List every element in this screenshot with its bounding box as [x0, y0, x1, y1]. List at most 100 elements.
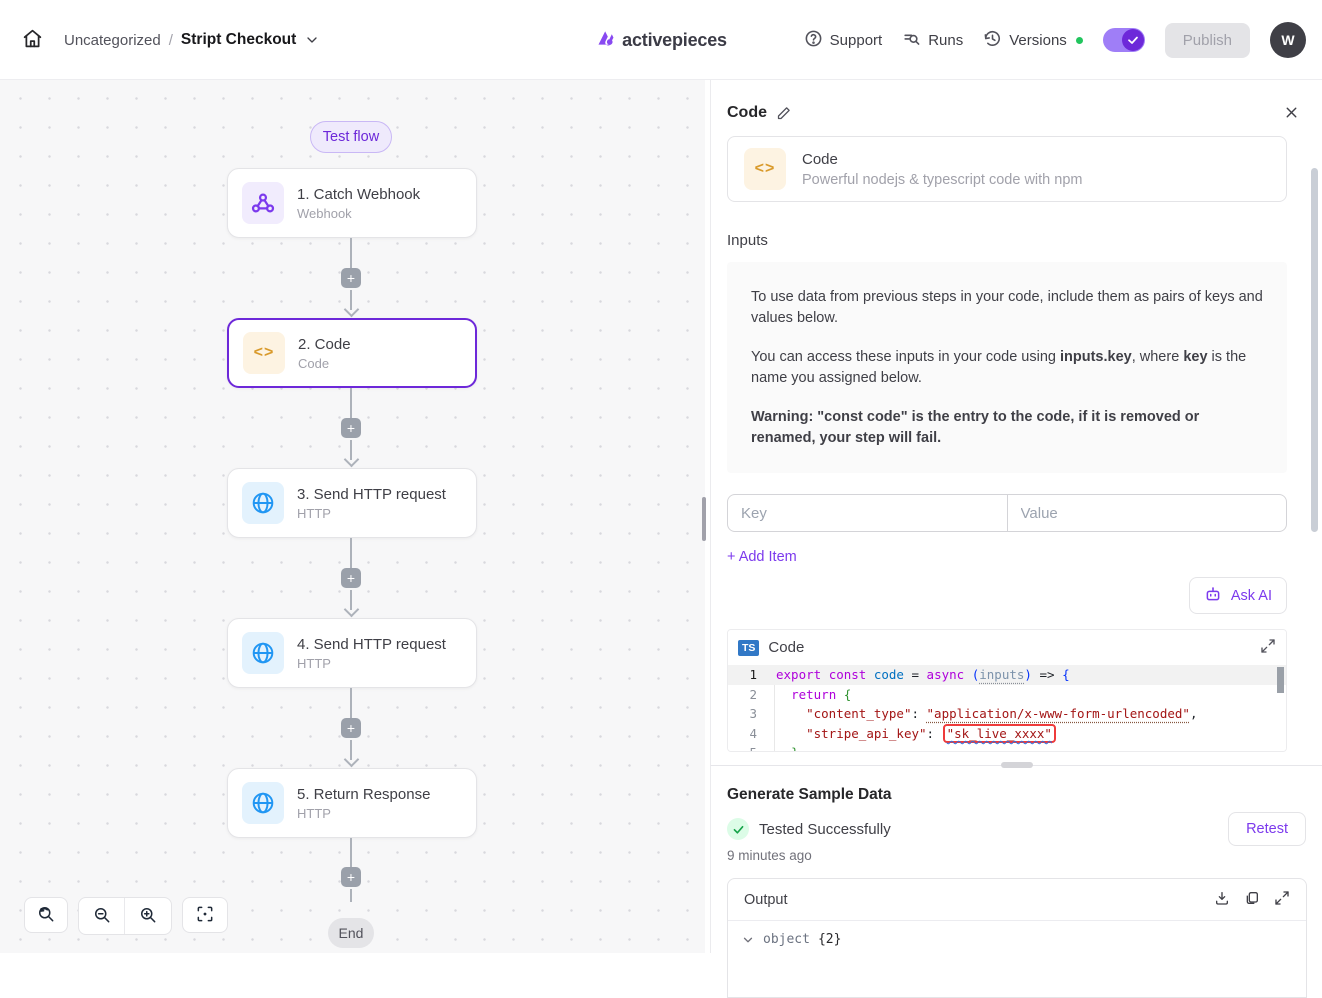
- support-label: Support: [830, 32, 883, 49]
- download-icon: [1214, 890, 1230, 909]
- editor-scrollbar[interactable]: [1277, 667, 1284, 693]
- step-subtitle: HTTP: [297, 506, 446, 521]
- copy-output-button[interactable]: [1244, 890, 1260, 909]
- arrow-down-icon: [345, 304, 357, 316]
- step-card-http-2[interactable]: 4. Send HTTP request HTTP: [227, 618, 477, 688]
- zoom-out-icon: [92, 905, 112, 928]
- inputs-help-box: To use data from previous steps in your …: [727, 262, 1287, 473]
- copy-icon: [1244, 890, 1260, 909]
- step-title: 4. Send HTTP request: [297, 636, 446, 653]
- webhook-icon: [242, 182, 284, 224]
- zoom-reset-button[interactable]: [24, 897, 68, 933]
- output-title: Output: [744, 892, 1214, 908]
- ask-ai-label: Ask AI: [1231, 588, 1272, 604]
- home-button[interactable]: [14, 22, 50, 58]
- zoom-in-button[interactable]: [125, 898, 171, 934]
- chevron-down-icon[interactable]: [304, 32, 320, 48]
- zoom-out-button[interactable]: [79, 898, 125, 934]
- piece-description: Powerful nodejs & typescript code with n…: [802, 172, 1082, 188]
- value-input[interactable]: [1008, 495, 1287, 531]
- piece-info-card: <> Code Powerful nodejs & typescript cod…: [727, 136, 1287, 202]
- panel-drag-handle[interactable]: [1001, 762, 1033, 768]
- step-subtitle: HTTP: [297, 656, 446, 671]
- globe-icon: [242, 482, 284, 524]
- connector-line: [350, 889, 352, 902]
- download-output-button[interactable]: [1214, 890, 1230, 909]
- test-flow-button[interactable]: Test flow: [310, 121, 392, 153]
- code-icon: <>: [243, 332, 285, 374]
- activepieces-logo-icon: [595, 28, 615, 53]
- breadcrumb-category[interactable]: Uncategorized: [64, 32, 161, 49]
- runs-label: Runs: [928, 32, 963, 49]
- step-title: 2. Code: [298, 336, 351, 353]
- step-settings-scroll-area: Code <> Code Powerful nodejs & typescrip…: [711, 80, 1322, 765]
- robot-icon: [1204, 585, 1222, 606]
- fit-view-button[interactable]: [182, 897, 228, 933]
- test-status-label: Tested Successfully: [759, 821, 891, 838]
- flow-enabled-toggle[interactable]: [1103, 28, 1145, 52]
- step-card-return-response[interactable]: 5. Return Response HTTP: [227, 768, 477, 838]
- step-title: 5. Return Response: [297, 786, 430, 803]
- fit-view-icon: [195, 904, 215, 927]
- flow-canvas[interactable]: Test flow 1. Catch Webhook Webhook + <> …: [0, 80, 705, 953]
- canvas-controls: [24, 897, 228, 935]
- help-paragraph-warning: Warning: "const code" is the entry to th…: [751, 407, 1263, 448]
- code-editor[interactable]: 1export const code = async (inputs) => {…: [728, 665, 1286, 751]
- retest-button[interactable]: Retest: [1228, 812, 1306, 846]
- zoom-reset-icon: [36, 904, 56, 927]
- breadcrumb-separator: /: [169, 32, 173, 49]
- help-paragraph-1: To use data from previous steps in your …: [751, 287, 1263, 328]
- code-editor-block: TS Code 1export const code = async (inpu…: [727, 629, 1287, 752]
- help-circle-icon: [804, 29, 823, 52]
- panel-scrollbar[interactable]: [1311, 168, 1318, 532]
- close-panel-button[interactable]: [1283, 104, 1300, 124]
- draft-status-dot: [1076, 37, 1083, 44]
- chevron-down-icon: [741, 933, 755, 947]
- support-button[interactable]: Support: [804, 29, 883, 52]
- top-header: Uncategorized / Stript Checkout activepi…: [0, 0, 1322, 80]
- generate-sample-data-title: Generate Sample Data: [727, 786, 1306, 804]
- step-card-http-1[interactable]: 3. Send HTTP request HTTP: [227, 468, 477, 538]
- key-input[interactable]: [728, 495, 1007, 531]
- step-title: 1. Catch Webhook: [297, 186, 420, 203]
- versions-button[interactable]: Versions: [983, 29, 1083, 52]
- ask-ai-button[interactable]: Ask AI: [1189, 577, 1287, 614]
- edit-pencil-icon[interactable]: [776, 106, 791, 121]
- publish-button[interactable]: Publish: [1165, 23, 1250, 58]
- versions-label: Versions: [1009, 32, 1067, 49]
- input-pair-row: [727, 494, 1287, 532]
- add-item-link[interactable]: + Add Item: [727, 549, 797, 565]
- add-step-button[interactable]: +: [341, 718, 361, 738]
- history-icon: [983, 29, 1002, 52]
- flow-end-node: End: [328, 918, 374, 948]
- output-object-row[interactable]: object {2}: [728, 921, 1306, 958]
- add-step-button[interactable]: +: [341, 568, 361, 588]
- typescript-badge: TS: [738, 640, 759, 656]
- step-subtitle: Code: [298, 356, 351, 371]
- code-lines: 1export const code = async (inputs) => {…: [728, 665, 1286, 751]
- add-step-button[interactable]: +: [341, 867, 361, 887]
- code-editor-title: Code: [768, 639, 1251, 656]
- runs-button[interactable]: Runs: [902, 29, 963, 52]
- panel-resize-handle[interactable]: [702, 497, 706, 541]
- toggle-check-icon: [1122, 29, 1144, 51]
- inputs-section-label: Inputs: [727, 232, 1286, 249]
- logo-wordmark: activepieces: [622, 30, 727, 51]
- output-node-count: {2}: [818, 932, 841, 947]
- connector-line: [350, 838, 352, 868]
- arrow-down-icon: [345, 604, 357, 616]
- code-icon: <>: [744, 148, 786, 190]
- add-step-button[interactable]: +: [341, 268, 361, 288]
- avatar[interactable]: W: [1270, 22, 1306, 58]
- expand-code-button[interactable]: [1260, 638, 1276, 657]
- expand-icon: [1274, 890, 1290, 909]
- arrow-down-icon: [345, 754, 357, 766]
- step-card-code[interactable]: <> 2. Code Code: [227, 318, 477, 388]
- breadcrumb-flow-name[interactable]: Stript Checkout: [181, 31, 296, 49]
- add-step-button[interactable]: +: [341, 418, 361, 438]
- activepieces-logo: activepieces: [595, 0, 727, 80]
- output-node-type: object: [763, 932, 810, 947]
- panel-title: Code: [727, 104, 767, 122]
- step-card-catch-webhook[interactable]: 1. Catch Webhook Webhook: [227, 168, 477, 238]
- expand-output-button[interactable]: [1274, 890, 1290, 909]
